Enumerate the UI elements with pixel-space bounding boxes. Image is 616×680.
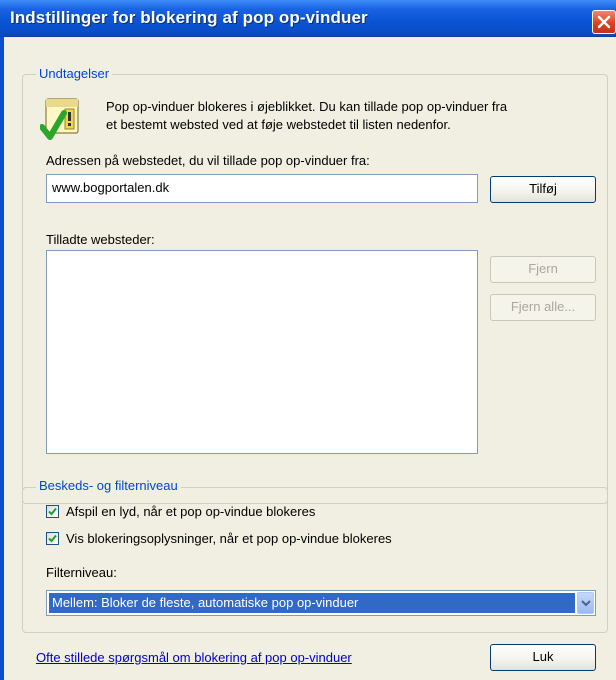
filter-level-label: Filterniveau: — [46, 565, 117, 580]
remove-button[interactable]: Fjern — [490, 256, 596, 283]
add-button[interactable]: Tilføj — [490, 176, 596, 203]
address-label: Adressen på webstedet, du vil tillade po… — [46, 153, 370, 168]
dialog-client-area: Undtagelser Pop op-vinduer blokeres i øj… — [4, 37, 616, 680]
info-text-line1: Pop op-vinduer blokeres i øjeblikket. Du… — [106, 99, 508, 114]
show-info-checkbox[interactable] — [46, 532, 59, 545]
checkmark-icon — [48, 507, 57, 516]
close-icon — [597, 15, 611, 29]
info-text-line2: et bestemt websted ved at føje webstedet… — [106, 117, 451, 132]
remove-all-button[interactable]: Fjern alle... — [490, 294, 596, 321]
dropdown-button[interactable] — [577, 592, 594, 614]
dialog-window: Indstillinger for blokering af pop op-vi… — [0, 0, 616, 680]
window-title: Indstillinger for blokering af pop op-vi… — [10, 8, 368, 27]
filter-legend: Beskeds- og filterniveau — [36, 478, 181, 493]
allowed-sites-label: Tilladte websteder: — [46, 232, 155, 247]
faq-link[interactable]: Ofte stillede spørgsmål om blokering af … — [36, 650, 352, 665]
exceptions-legend: Undtagelser — [36, 66, 113, 81]
address-input[interactable]: www.bogportalen.dk — [46, 174, 478, 203]
chevron-down-icon — [581, 600, 591, 607]
play-sound-checkbox[interactable] — [46, 505, 59, 518]
title-bar[interactable]: Indstillinger for blokering af pop op-vi… — [0, 0, 616, 37]
filter-level-value: Mellem: Bloker de fleste, automatiske po… — [49, 593, 575, 613]
filter-level-select[interactable]: Mellem: Bloker de fleste, automatiske po… — [46, 590, 596, 616]
allowed-sites-list[interactable] — [46, 250, 478, 454]
show-info-label: Vis blokeringsoplysninger, når et pop op… — [66, 531, 392, 546]
shield-check-icon — [39, 97, 82, 147]
close-window-button[interactable] — [592, 10, 616, 34]
play-sound-label: Afspil en lyd, når et pop op-vindue blok… — [66, 504, 316, 519]
close-button[interactable]: Luk — [490, 644, 596, 671]
checkmark-icon — [48, 534, 57, 543]
